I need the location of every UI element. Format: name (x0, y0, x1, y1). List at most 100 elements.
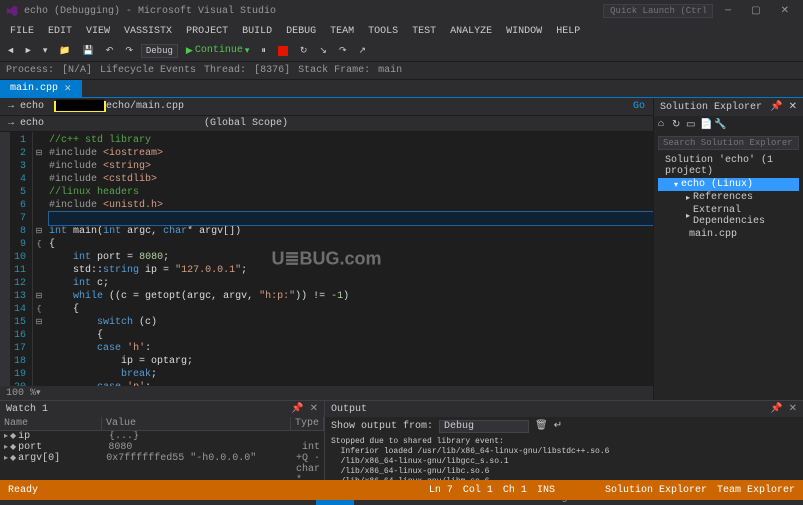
menu-item[interactable]: HELP (550, 24, 586, 39)
nav-back-button[interactable]: ◄ (4, 44, 17, 58)
document-tab[interactable]: main.cpp ✕ (0, 80, 82, 97)
title-bar: echo (Debugging) - Microsoft Visual Stud… (0, 0, 803, 22)
clear-icon[interactable]: 🗑 (535, 420, 548, 432)
output-text[interactable]: Stopped due to shared library event: Inf… (325, 435, 803, 484)
panel-title: Solution Explorer 📌 ✕ (654, 98, 803, 116)
undo-button[interactable]: ↶ (102, 44, 118, 58)
thread-dropdown[interactable]: [8376] (254, 65, 290, 76)
stop-button[interactable] (274, 44, 292, 58)
output-title: Output (331, 404, 367, 415)
home-icon[interactable]: ⌂ (658, 119, 670, 131)
status-ins: INS (537, 485, 555, 496)
menu-item[interactable]: VASSISTX (118, 24, 178, 39)
continue-label: Continue (195, 45, 243, 56)
breadcrumb-project[interactable]: → echo (8, 101, 44, 112)
col-type-header[interactable]: Type (291, 417, 324, 430)
lifecycle-dropdown[interactable]: Lifecycle Events (100, 65, 196, 76)
fold-gutter[interactable]: ⊟⊟{⊟{⊟ (33, 132, 45, 386)
tab-close-icon[interactable]: ✕ (64, 84, 72, 94)
watch-title: Watch 1 (6, 404, 48, 415)
tree-node[interactable]: Solution 'echo' (1 project) (658, 154, 799, 178)
main-toolbar: ◄ ► ▾ 📁 💾 ↶ ↷ Debug ▶ Continue ▾ ⏸ ↻ ↘ ↷… (0, 40, 803, 62)
status-link[interactable]: Team Explorer (717, 485, 795, 496)
step-over-button[interactable]: ↷ (335, 44, 351, 58)
menu-item[interactable]: BUILD (236, 24, 278, 39)
code-text[interactable]: //c++ std library#include <iostream>#inc… (45, 132, 653, 386)
menu-item[interactable]: TOOLS (362, 24, 404, 39)
close-button[interactable]: ✕ (773, 3, 797, 19)
pin-icon[interactable]: 📌 ✕ (770, 403, 797, 415)
breadcrumb-file[interactable]: ████████echo/main.cpp (54, 101, 184, 112)
watch-row[interactable]: ▸◆ ip{...} (0, 431, 324, 442)
pin-icon[interactable]: 📌 ✕ (291, 403, 318, 415)
solution-toolbar: ⌂ ↻ ▭ 📄 🔧 (654, 116, 803, 134)
watch-header: Name Value Type (0, 417, 324, 431)
menu-item[interactable]: TEST (406, 24, 442, 39)
output-from-dropdown[interactable]: Debug (439, 420, 529, 433)
quick-launch-input[interactable] (603, 4, 713, 18)
go-label: Go (633, 101, 645, 112)
panel-pin-icon[interactable]: 📌 ✕ (770, 101, 797, 113)
tree-node[interactable]: ▸External Dependencies (658, 204, 799, 228)
status-col: Col 1 (463, 485, 493, 496)
stackframe-label: Stack Frame: (298, 65, 370, 76)
solution-search-input[interactable] (658, 136, 799, 150)
menu-bar: FILEEDITVIEWVASSISTXPROJECTBUILDDEBUGTEA… (0, 22, 803, 40)
menu-item[interactable]: PROJECT (180, 24, 234, 39)
tree-node[interactable]: ▾echo (Linux) (658, 178, 799, 191)
redo-button[interactable]: ↷ (121, 44, 137, 58)
new-button[interactable]: ▾ (39, 44, 52, 58)
menu-item[interactable]: TEAM (324, 24, 360, 39)
watch-row[interactable]: ▸◆ port8080int (0, 442, 324, 453)
navigation-bar: → echo (Global Scope) (0, 116, 653, 132)
menu-item[interactable]: WINDOW (500, 24, 548, 39)
status-line: Ln 7 (429, 485, 453, 496)
save-button[interactable]: 💾 (79, 44, 98, 58)
refresh-icon[interactable]: ↻ (672, 119, 684, 131)
maximize-button[interactable]: ▢ (743, 3, 768, 19)
menu-item[interactable]: DEBUG (280, 24, 322, 39)
menu-item[interactable]: EDIT (42, 24, 78, 39)
wrap-icon[interactable]: ↵ (554, 420, 562, 432)
properties-icon[interactable]: 🔧 (714, 119, 726, 131)
col-name-header[interactable]: Name (0, 417, 102, 430)
break-all-button[interactable]: ⏸ (257, 44, 270, 58)
stackframe-dropdown[interactable]: main (378, 65, 402, 76)
breadcrumb-bar: → echo ████████echo/main.cpp Go (0, 98, 653, 116)
status-ready: Ready (8, 485, 38, 496)
collapse-icon[interactable]: ▭ (686, 119, 698, 131)
restart-button[interactable]: ↻ (296, 44, 312, 58)
step-into-button[interactable]: ↘ (315, 44, 331, 58)
menu-item[interactable]: FILE (4, 24, 40, 39)
thread-label: Thread: (204, 65, 246, 76)
document-tabs: main.cpp ✕ (0, 80, 803, 98)
process-dropdown[interactable]: [N/A] (62, 65, 92, 76)
debug-location-toolbar: Process: [N/A] Lifecycle Events Thread: … (0, 62, 803, 80)
line-numbers: 1234567891011121314151617181920212223242… (10, 132, 33, 386)
continue-button[interactable]: ▶ Continue ▾ (182, 43, 253, 58)
nav-project[interactable]: → echo (8, 118, 44, 129)
window-title: echo (Debugging) - Microsoft Visual Stud… (24, 6, 276, 17)
process-label: Process: (6, 65, 54, 76)
watch-rows[interactable]: ▸◆ ip{...}▸◆ port8080int▸◆ argv[0]0x7fff… (0, 431, 324, 484)
tree-node[interactable]: main.cpp (658, 228, 799, 241)
show-all-icon[interactable]: 📄 (700, 119, 712, 131)
step-out-button[interactable]: ↗ (355, 44, 371, 58)
menu-item[interactable]: ANALYZE (444, 24, 498, 39)
config-dropdown[interactable]: Debug (141, 44, 178, 58)
nav-scope[interactable]: (Global Scope) (204, 118, 288, 129)
open-button[interactable]: 📁 (55, 44, 74, 58)
col-value-header[interactable]: Value (102, 417, 291, 430)
editor-zoom[interactable]: 100 % ▾ (0, 386, 653, 400)
minimize-button[interactable]: ─ (717, 4, 739, 19)
output-from-label: Show output from: (331, 421, 433, 432)
tree-node[interactable]: ▸References (658, 191, 799, 204)
status-ch: Ch 1 (503, 485, 527, 496)
code-editor[interactable]: 1234567891011121314151617181920212223242… (0, 132, 653, 386)
menu-item[interactable]: VIEW (80, 24, 116, 39)
breakpoint-gutter[interactable] (0, 132, 10, 386)
status-link[interactable]: Solution Explorer (605, 485, 707, 496)
nav-fwd-button[interactable]: ► (21, 44, 34, 58)
solution-tree[interactable]: Solution 'echo' (1 project)▾echo (Linux)… (654, 152, 803, 400)
status-bar: Ready Ln 7 Col 1 Ch 1 INS Solution Explo… (0, 480, 803, 500)
